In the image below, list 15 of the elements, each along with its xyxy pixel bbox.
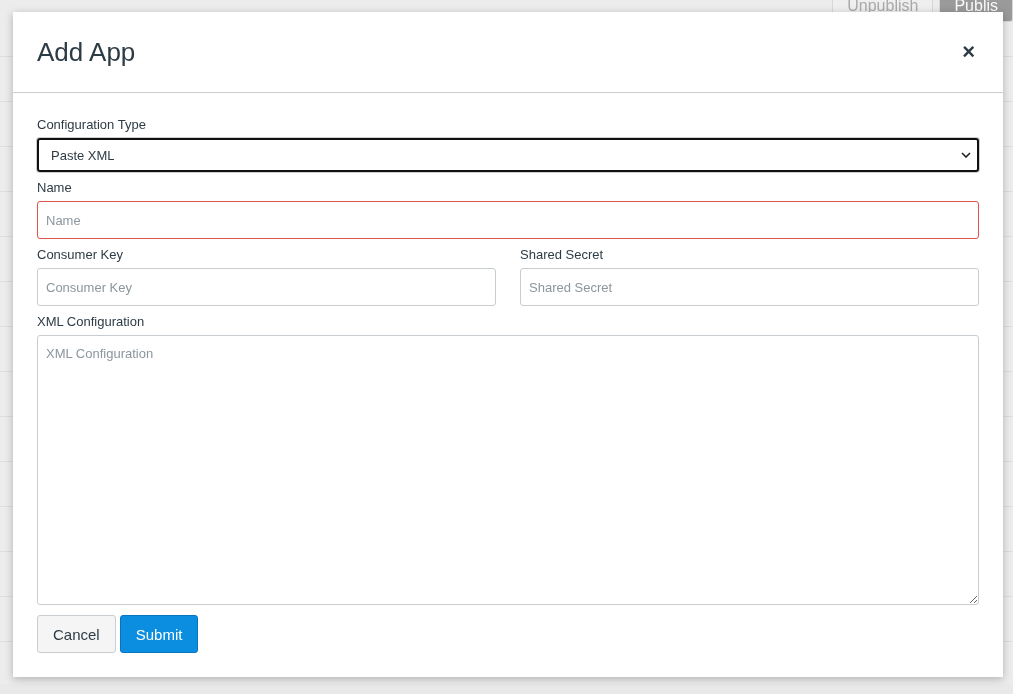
- cancel-button[interactable]: Cancel: [37, 615, 116, 653]
- field-label: Consumer Key: [37, 247, 124, 262]
- submit-button[interactable]: Submit: [119, 615, 199, 653]
- field-label: XML Configuration: [37, 314, 146, 329]
- consumer-key-field[interactable]: Consumer Key: [37, 268, 496, 306]
- chevron-down-icon: [961, 152, 971, 158]
- field-label: Shared Secret: [520, 247, 605, 262]
- configuration-type-select[interactable]: Paste XML: [37, 138, 979, 172]
- shared-secret-field[interactable]: Shared Secret: [520, 268, 979, 306]
- close-button[interactable]: ×: [958, 39, 979, 65]
- xml-configuration-field[interactable]: XML Configuration: [37, 335, 979, 605]
- field-label: Configuration Type: [37, 117, 147, 132]
- field-label: Name: [37, 180, 73, 195]
- dialog-title: Add App: [37, 36, 136, 68]
- name-field[interactable]: Name: [37, 201, 979, 239]
